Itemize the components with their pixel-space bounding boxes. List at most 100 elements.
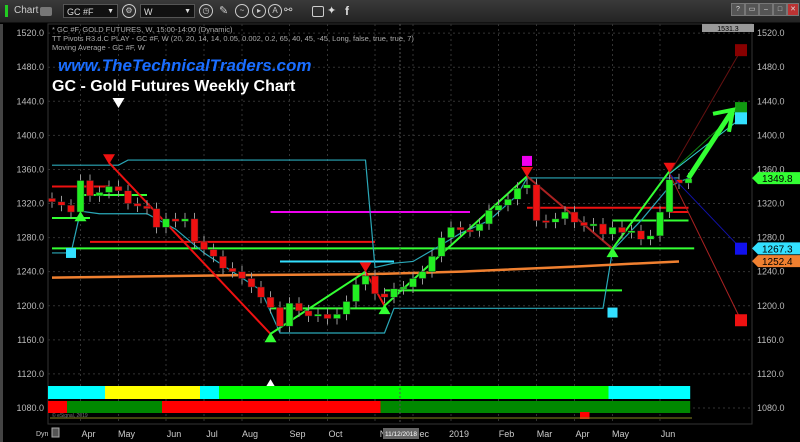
candle-body bbox=[494, 204, 503, 211]
y-tick-label-right: 1280.0 bbox=[757, 233, 785, 243]
close-button[interactable]: ✕ bbox=[787, 3, 799, 16]
x-tick-label: May bbox=[118, 429, 136, 439]
candle-body bbox=[485, 210, 493, 225]
indicator-band-segment bbox=[67, 401, 162, 413]
candle-body bbox=[665, 179, 674, 213]
candle-body bbox=[285, 302, 294, 327]
candle-body bbox=[513, 187, 522, 200]
candle-body bbox=[608, 227, 617, 235]
candle-body bbox=[228, 268, 237, 272]
y-tick-label-left: 1160.0 bbox=[17, 335, 44, 345]
y-tick-label-left: 1120.0 bbox=[17, 369, 44, 379]
candle-body bbox=[143, 205, 151, 209]
candle-body bbox=[380, 293, 389, 298]
candle-body bbox=[162, 218, 170, 228]
y-tick-label-right: 1240.0 bbox=[757, 267, 785, 277]
minimize-button[interactable]: – bbox=[759, 3, 773, 16]
y-tick-label-right: 1400.0 bbox=[757, 130, 785, 140]
candle-body bbox=[133, 203, 142, 207]
candle-body bbox=[399, 286, 408, 290]
signal-square-marker bbox=[522, 155, 532, 166]
candle-body bbox=[105, 186, 113, 193]
projection-target-marker bbox=[735, 112, 747, 125]
x-tick-label: Apr bbox=[81, 429, 95, 439]
x-tick-label: Apr bbox=[575, 429, 589, 439]
y-tick-label-right: 1160.0 bbox=[757, 335, 784, 345]
x-tick-label: Mar bbox=[537, 429, 553, 439]
candle-body bbox=[209, 249, 218, 257]
signal-square-marker bbox=[66, 247, 76, 258]
candle-body bbox=[190, 218, 199, 243]
chart-style-icon[interactable]: ~ bbox=[235, 4, 249, 18]
candle-body bbox=[238, 271, 246, 279]
left-border bbox=[0, 24, 3, 442]
x-tick-label: Jun bbox=[167, 429, 182, 439]
y-tick-label-left: 1240.0 bbox=[16, 267, 44, 277]
symbol-link-icon[interactable]: ⚙ bbox=[122, 4, 136, 18]
candle-body bbox=[466, 229, 474, 233]
restore-button[interactable]: ▭ bbox=[745, 3, 759, 16]
y-tick-label-left: 1200.0 bbox=[16, 301, 44, 311]
y-tick-label-left: 1400.0 bbox=[16, 130, 44, 140]
y-tick-label-left: 1520.0 bbox=[16, 28, 44, 38]
candle-body bbox=[532, 184, 541, 221]
candle-body bbox=[523, 184, 531, 189]
candle-body bbox=[342, 301, 351, 315]
play-icon[interactable]: ▸ bbox=[252, 4, 266, 18]
chevron-down-icon: ▼ bbox=[107, 8, 114, 15]
scale-toggle-icon[interactable] bbox=[51, 427, 60, 438]
candle-body bbox=[124, 190, 132, 204]
y-tick-label-left: 1440.0 bbox=[16, 96, 44, 106]
chart-status-icon bbox=[5, 5, 8, 17]
y-tick-label-left: 1080.0 bbox=[16, 403, 44, 413]
candle-body bbox=[181, 218, 189, 222]
candle-body bbox=[684, 178, 693, 184]
candle-body bbox=[352, 284, 360, 302]
candle-body bbox=[200, 241, 208, 250]
twitter-icon[interactable]: ✦ bbox=[327, 4, 336, 18]
link-badge-icon[interactable] bbox=[40, 7, 52, 16]
y-tick-label-right: 1200.0 bbox=[757, 301, 785, 311]
candle-body bbox=[114, 186, 123, 191]
indicator-band-segment bbox=[608, 386, 691, 399]
candle-body bbox=[409, 278, 417, 288]
x-tick-label: Oct bbox=[328, 429, 343, 439]
candle-body bbox=[447, 227, 455, 238]
candle-body bbox=[542, 220, 550, 223]
indicator-band-segment bbox=[105, 386, 200, 399]
x-tick-label: Jul bbox=[206, 429, 218, 439]
facebook-icon[interactable]: f bbox=[345, 4, 349, 18]
link-chain-icon[interactable]: ⚯ bbox=[284, 4, 292, 18]
clock-icon[interactable]: ◷ bbox=[199, 4, 213, 18]
indicator-band-segment bbox=[48, 401, 67, 413]
candle-body bbox=[599, 223, 607, 235]
alert-icon[interactable]: A bbox=[268, 4, 282, 18]
candle-body bbox=[152, 208, 161, 228]
candle-body bbox=[257, 286, 265, 298]
price-tag-label: 1252.4 bbox=[762, 257, 793, 268]
candle-body bbox=[86, 180, 94, 197]
pencil-icon[interactable]: ✎ bbox=[219, 4, 228, 18]
legend-moving-average: Moving Average - GC #F, W bbox=[52, 43, 145, 52]
signal-square-marker bbox=[607, 307, 618, 318]
comment-icon[interactable] bbox=[312, 6, 324, 17]
y-tick-label-right: 1320.0 bbox=[757, 199, 785, 209]
candle-body bbox=[390, 288, 398, 298]
candle-body bbox=[314, 314, 322, 317]
legend-indicator: TT Pivots R3.d.C PLAY - GC #F, W (20, 20… bbox=[52, 34, 414, 43]
candle-body bbox=[48, 198, 56, 203]
candle-body bbox=[171, 218, 180, 222]
help-button[interactable]: ? bbox=[731, 3, 745, 16]
candle-body bbox=[295, 302, 303, 312]
candle-body bbox=[551, 218, 560, 223]
cursor-date: 11/12/2018 bbox=[385, 431, 417, 438]
symbol-select[interactable]: GC #F ▼ bbox=[63, 4, 118, 18]
maximize-button[interactable]: □ bbox=[773, 3, 787, 16]
candle-body bbox=[656, 211, 664, 237]
candle-body bbox=[561, 211, 569, 220]
candle-body bbox=[323, 314, 332, 319]
candle-body bbox=[580, 222, 588, 226]
interval-select[interactable]: W ▼ bbox=[140, 4, 195, 18]
projection-target-marker bbox=[735, 102, 747, 115]
y-tick-label-left: 1360.0 bbox=[16, 164, 44, 174]
